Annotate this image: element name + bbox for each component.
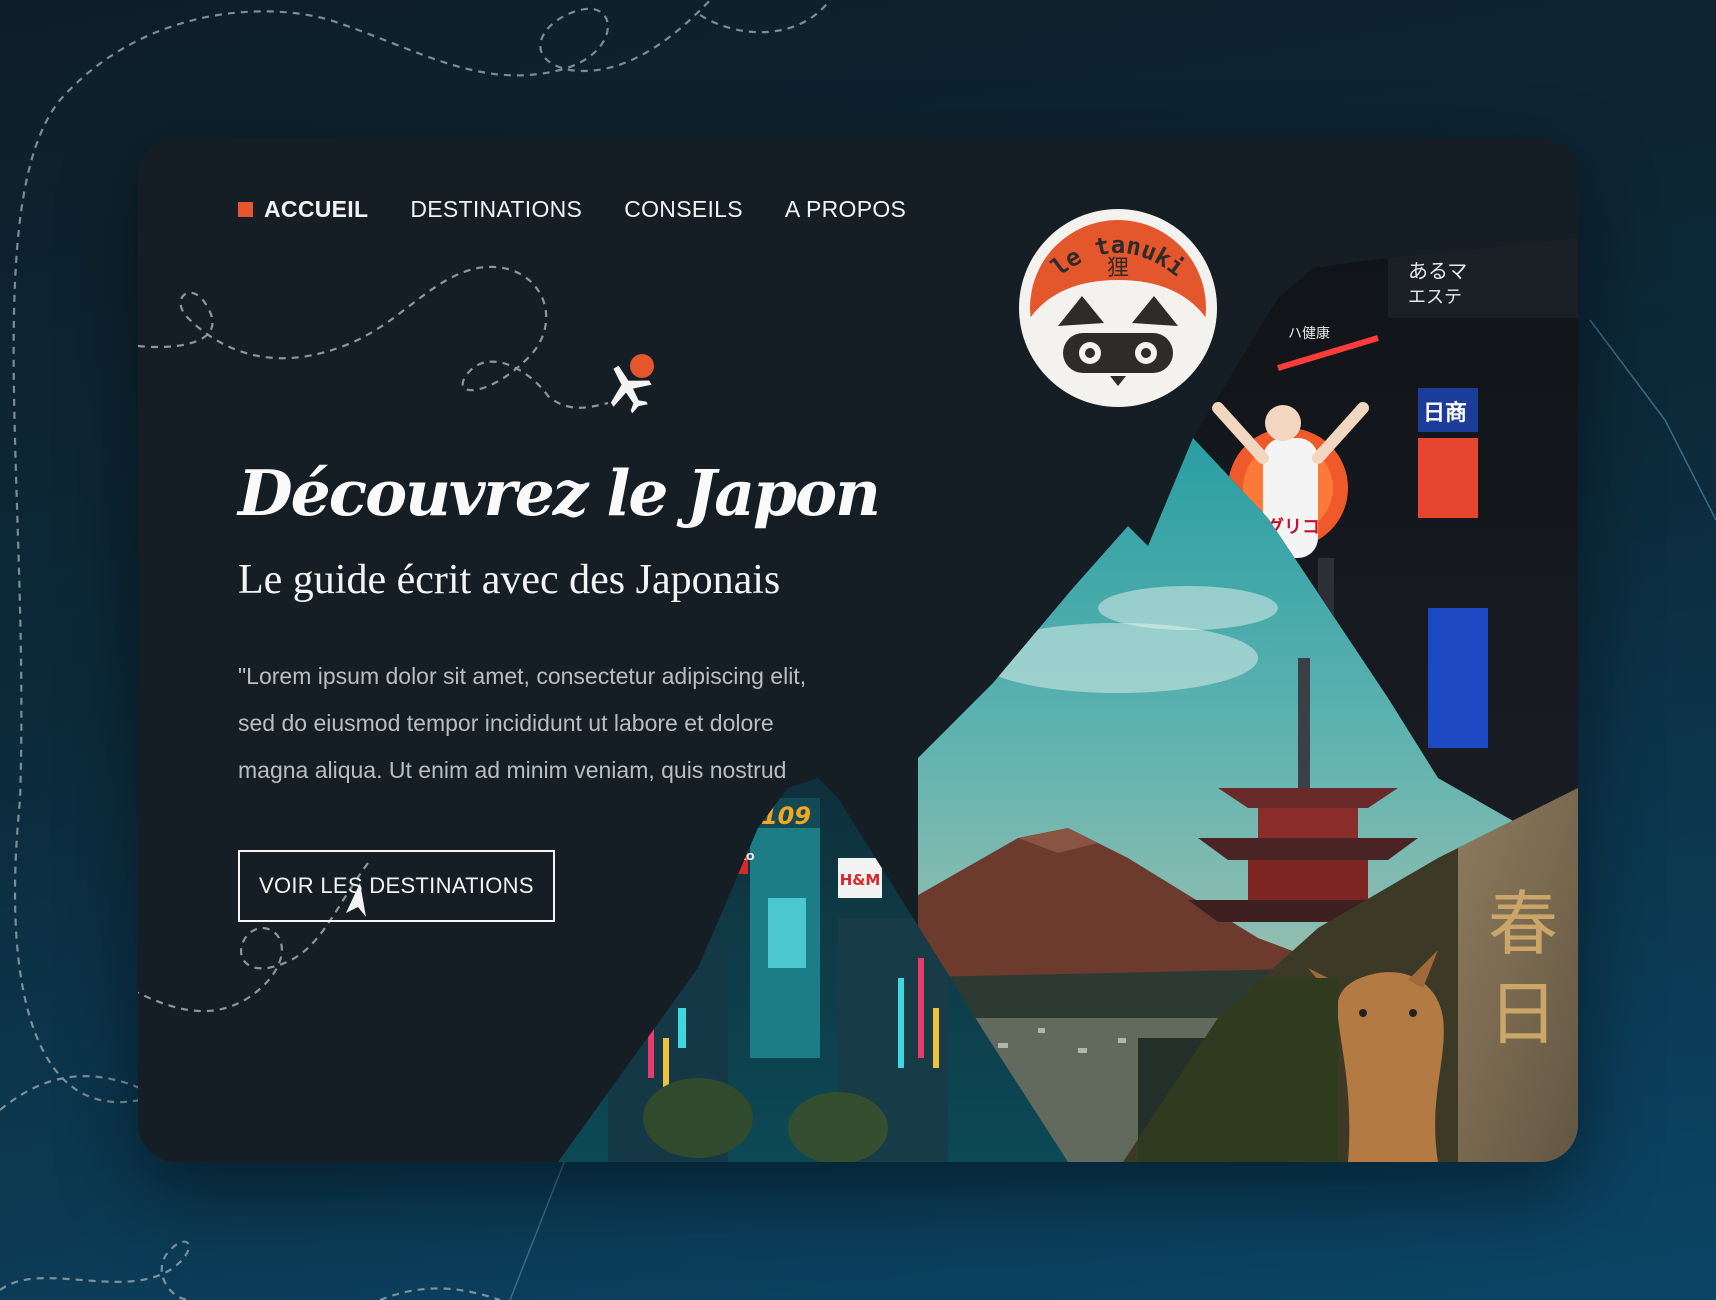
svg-text:109: 109 [761, 802, 811, 830]
svg-text:あるマ: あるマ [1408, 259, 1467, 283]
svg-text:春: 春 [1488, 883, 1558, 965]
logo-kanji: 狸 [1107, 256, 1129, 281]
svg-text:エステ: エステ [1408, 287, 1462, 308]
svg-text:日商: 日商 [1423, 400, 1467, 426]
svg-text:H&M: H&M [840, 871, 881, 889]
intro-line: sed do eiusmod tempor incididunt ut labo… [238, 710, 774, 736]
hero-card: ACCUEIL DESTINATIONS CONSEILS A PROPOS 1… [138, 138, 1578, 1162]
intro-line: magna aliqua. Ut enim ad minim veniam, q… [238, 757, 787, 783]
tanuki-logo: le tanuki 狸 [1019, 209, 1217, 407]
intro-paragraph: "Lorem ipsum dolor sit amet, consectetur… [238, 653, 878, 794]
page-title: Découvrez le Japon [238, 456, 881, 530]
intro-line: "Lorem ipsum dolor sit amet, consectetur… [238, 663, 807, 689]
svg-text:ハ健康: ハ健康 [1288, 325, 1330, 342]
page-subtitle: Le guide écrit avec des Japonais [238, 557, 781, 603]
see-destinations-button[interactable]: VOIR LES DESTINATIONS [238, 850, 555, 922]
japan-photo-collage: 109 UNIQLO H&M あるマ エステ ハ健康 日商 グリコ 春 日 [558, 238, 1578, 1162]
svg-text:日: 日 [1488, 973, 1558, 1055]
svg-text:UNIQLO: UNIQLO [711, 852, 754, 863]
